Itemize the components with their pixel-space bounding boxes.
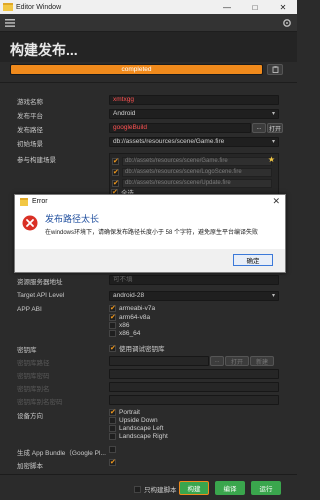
- alias-password-input[interactable]: [109, 395, 279, 405]
- script-only-checkbox[interactable]: 只构建脚本: [134, 484, 177, 494]
- start-scene-select[interactable]: db://assets/resources/scene/Game.fire: [109, 137, 279, 147]
- action-bar: 只构建脚本 构建 编译 运行: [0, 474, 297, 500]
- scene-checkbox[interactable]: [112, 157, 119, 165]
- run-button[interactable]: 运行: [251, 481, 281, 495]
- list-item[interactable]: db://assets/resources/scene/LogoScene.fi…: [112, 167, 272, 177]
- build-scenes-label: 参与构建场景: [17, 157, 56, 164]
- settings-icon[interactable]: [281, 17, 293, 29]
- build-path-label: 发布路径: [17, 127, 43, 134]
- scene-path: db://assets/resources/scene/Game.fire: [122, 156, 272, 166]
- keystore-password-input[interactable]: [109, 369, 279, 379]
- close-button[interactable]: ✕: [269, 0, 297, 14]
- copy-log-button[interactable]: [267, 64, 283, 75]
- dialog-footer: 确定: [15, 249, 285, 272]
- scene-checkbox[interactable]: [112, 168, 119, 176]
- dialog-title: Error: [32, 198, 48, 205]
- keystore-new-button[interactable]: 新建: [250, 356, 274, 366]
- scene-path: db://assets/resources/scene/Update.fire: [122, 178, 272, 188]
- build-scenes-list: db://assets/resources/scene/Game.fire db…: [109, 153, 279, 197]
- abi-x86-checkbox[interactable]: x86: [109, 322, 129, 329]
- orientation-landscape-left-checkbox[interactable]: Landscape Left: [109, 425, 163, 432]
- build-button[interactable]: 构建: [179, 481, 209, 495]
- keystore-path-label: 密钥库路径: [17, 360, 50, 367]
- app-bundle-label: 生成 App Bundle（Google Pl...: [17, 450, 106, 457]
- app-abi-label: APP ABI: [17, 306, 42, 313]
- resource-server-input[interactable]: 可不填: [109, 275, 279, 285]
- menu-icon[interactable]: [4, 17, 16, 29]
- dialog-close-button[interactable]: ✕: [272, 196, 280, 207]
- maximize-button[interactable]: □: [241, 0, 269, 14]
- alias-input[interactable]: [109, 382, 279, 392]
- app-icon: [20, 197, 28, 206]
- divider: [0, 82, 297, 83]
- dialog-body: 发布路径太长 在windows环境下，请确保发布路径长度小于 58 个字符，避免…: [15, 208, 285, 251]
- encrypt-script-checkbox[interactable]: [109, 458, 119, 466]
- list-item[interactable]: db://assets/resources/scene/Update.fire: [112, 178, 272, 188]
- dialog-titlebar: Error: [15, 195, 285, 208]
- debug-keystore-checkbox[interactable]: 使用调试密钥库: [109, 343, 165, 353]
- game-name-label: 游戏名称: [17, 99, 43, 106]
- page-header: 构建发布...: [0, 32, 297, 62]
- clipboard-icon: [272, 66, 278, 73]
- build-progress-bar: completed: [10, 64, 263, 75]
- orientation-label: 设备方向: [17, 413, 43, 420]
- ok-button[interactable]: 确定: [233, 254, 273, 266]
- list-item[interactable]: db://assets/resources/scene/Game.fire: [112, 156, 272, 166]
- open-path-button[interactable]: 打开: [267, 123, 283, 133]
- encrypt-script-label: 加密脚本: [17, 463, 43, 470]
- keystore-path-input[interactable]: [109, 356, 209, 366]
- abi-armeabi-v7a-checkbox[interactable]: armeabi-v7a: [109, 304, 155, 312]
- dialog-message: 在windows环境下，请确保发布路径长度小于 58 个字符，避免原生平台编译失…: [45, 230, 259, 236]
- error-icon: [22, 215, 38, 231]
- window-icon: [3, 3, 13, 11]
- keystore-password-label: 密钥库密码: [17, 373, 50, 380]
- toolbar: [0, 14, 297, 32]
- platform-select[interactable]: Android: [109, 109, 279, 119]
- target-api-label: Target API Level: [17, 292, 65, 299]
- keystore-open-button[interactable]: 打开: [225, 356, 249, 366]
- platform-label: 发布平台: [17, 113, 43, 120]
- window-title: Editor Window: [16, 3, 62, 11]
- orientation-upside-down-checkbox[interactable]: Upside Down: [109, 417, 158, 424]
- dialog-heading: 发布路径太长: [45, 214, 100, 224]
- scene-path: db://assets/resources/scene/LogoScene.fi…: [122, 167, 272, 177]
- page-title: 构建发布...: [10, 42, 78, 58]
- compile-button[interactable]: 编译: [215, 481, 245, 495]
- orientation-landscape-right-checkbox[interactable]: Landscape Right: [109, 433, 168, 440]
- keystore-label: 密钥库: [17, 347, 37, 354]
- build-path-input[interactable]: googleBuild: [109, 123, 251, 133]
- keystore-browse-button[interactable]: ...: [210, 356, 224, 366]
- window-titlebar: Editor Window — □ ✕: [0, 0, 297, 14]
- alias-password-label: 密钥库别名密码: [17, 399, 63, 406]
- orientation-portrait-checkbox[interactable]: Portrait: [109, 408, 140, 416]
- game-name-input[interactable]: xmtxgg: [109, 95, 279, 105]
- browse-path-button[interactable]: ...: [252, 123, 266, 133]
- error-dialog: Error ✕ 发布路径太长 在windows环境下，请确保发布路径长度小于 5…: [14, 194, 286, 273]
- app-bundle-checkbox[interactable]: [109, 446, 119, 453]
- target-api-select[interactable]: android-28: [109, 291, 279, 301]
- star-icon: ★: [267, 155, 275, 164]
- abi-x86-64-checkbox[interactable]: x86_64: [109, 330, 140, 337]
- minimize-button[interactable]: —: [213, 0, 241, 14]
- resource-server-label: 资源服务器地址: [17, 279, 63, 286]
- start-scene-label: 初始场景: [17, 141, 43, 148]
- abi-arm64-v8a-checkbox[interactable]: arm64-v8a: [109, 313, 150, 321]
- alias-label: 密钥库别名: [17, 386, 50, 393]
- scene-checkbox[interactable]: [112, 179, 119, 187]
